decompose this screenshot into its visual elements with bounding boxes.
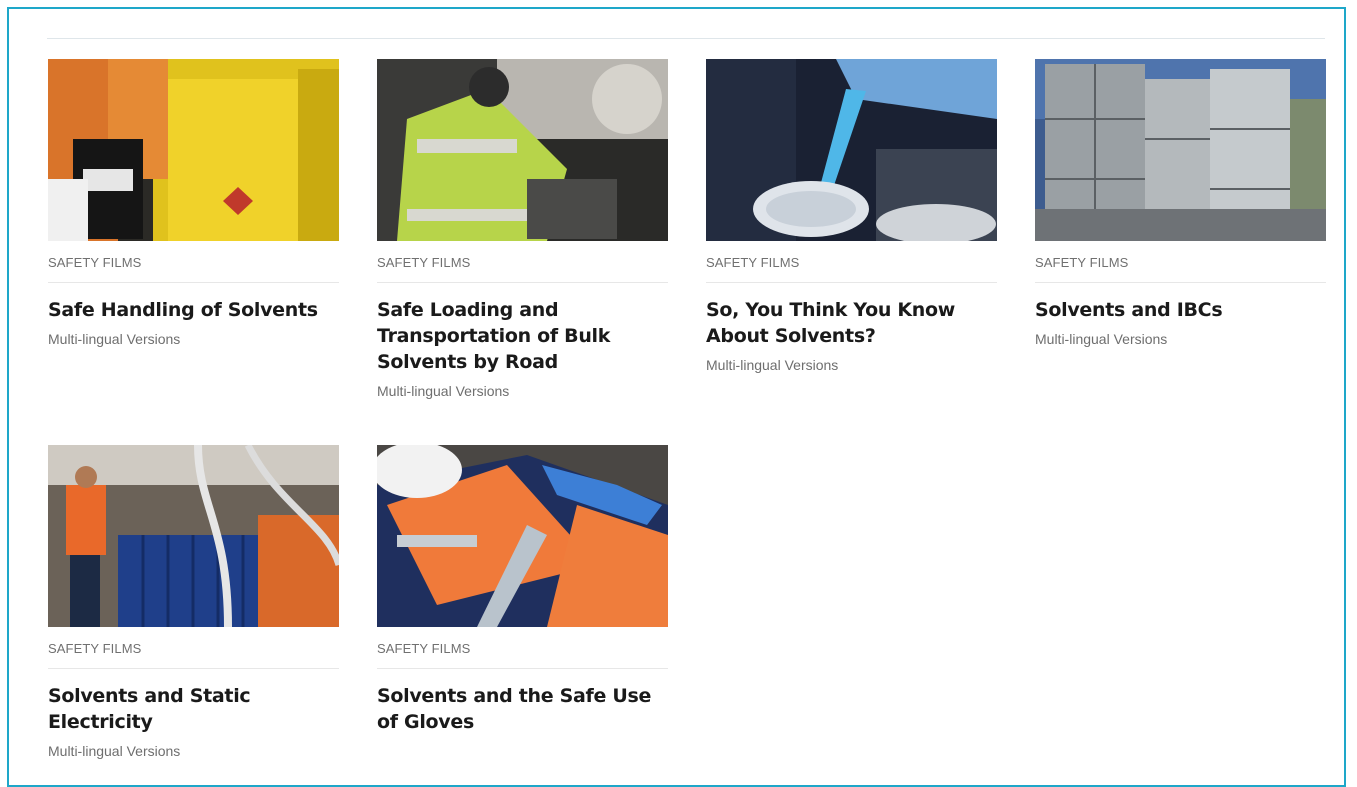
film-card[interactable]: SAFETY FILMS Solvents and IBCs Multi-lin… <box>1035 59 1326 347</box>
card-title[interactable]: Solvents and Static Electricity <box>48 683 339 735</box>
film-card[interactable]: SAFETY FILMS Safe Handling of Solvents M… <box>48 59 339 347</box>
card-title[interactable]: Safe Loading and Transportation of Bulk … <box>377 297 668 375</box>
section-divider <box>47 38 1325 39</box>
film-thumbnail-protective-gear[interactable] <box>377 445 668 627</box>
card-subtitle: Multi-lingual Versions <box>377 383 510 399</box>
card-title[interactable]: Solvents and the Safe Use of Gloves <box>377 683 668 735</box>
card-subtitle: Multi-lingual Versions <box>48 331 181 347</box>
card-subtitle: Multi-lingual Versions <box>706 357 839 373</box>
card-title[interactable]: Safe Handling of Solvents <box>48 297 339 323</box>
film-card[interactable]: SAFETY FILMS Solvents and the Safe Use o… <box>377 445 668 735</box>
card-category: SAFETY FILMS <box>48 255 339 283</box>
card-title[interactable]: Solvents and IBCs <box>1035 297 1326 323</box>
card-title[interactable]: So, You Think You Know About Solvents? <box>706 297 997 349</box>
film-thumbnail-pouring-liquid[interactable] <box>706 59 997 241</box>
film-thumbnail-tanker-loading[interactable] <box>377 59 668 241</box>
card-category: SAFETY FILMS <box>377 255 668 283</box>
film-card[interactable]: SAFETY FILMS Safe Loading and Transporta… <box>377 59 668 399</box>
film-thumbnail-ibc-containers[interactable] <box>1035 59 1326 241</box>
film-card[interactable]: SAFETY FILMS So, You Think You Know Abou… <box>706 59 997 373</box>
card-category: SAFETY FILMS <box>377 641 668 669</box>
card-subtitle: Multi-lingual Versions <box>1035 331 1168 347</box>
film-card[interactable]: SAFETY FILMS Solvents and Static Electri… <box>48 445 339 759</box>
card-category: SAFETY FILMS <box>48 641 339 669</box>
card-category: SAFETY FILMS <box>1035 255 1326 283</box>
card-category: SAFETY FILMS <box>706 255 997 283</box>
card-subtitle: Multi-lingual Versions <box>48 743 181 759</box>
film-thumbnail-drum-warehouse[interactable] <box>48 445 339 627</box>
film-thumbnail-solvent-cabinet[interactable] <box>48 59 339 241</box>
